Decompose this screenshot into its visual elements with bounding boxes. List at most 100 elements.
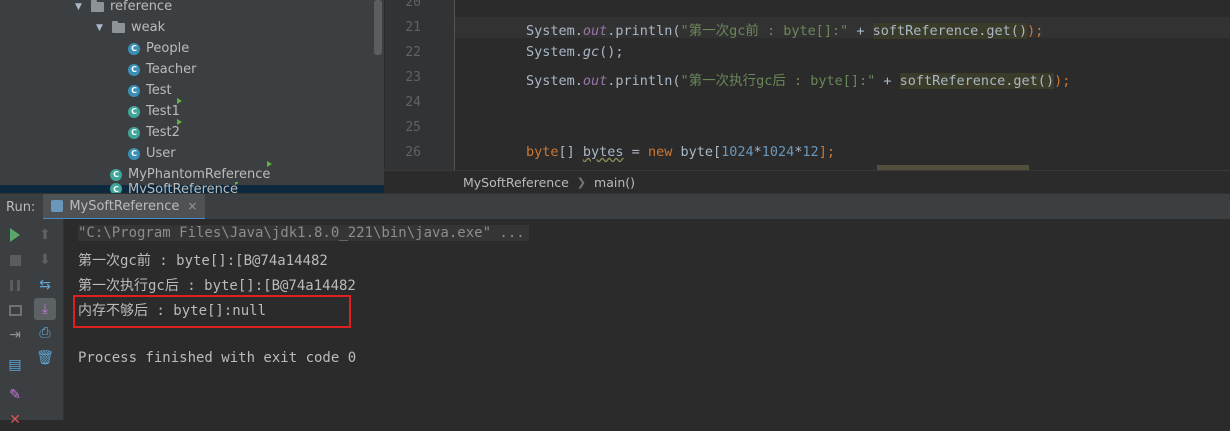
code-token: (); bbox=[599, 44, 624, 60]
scroll-to-end-button[interactable]: ⤓ bbox=[34, 298, 56, 320]
highlight-box bbox=[73, 295, 351, 328]
line-number: 23 bbox=[405, 70, 421, 85]
code-token: System. bbox=[526, 23, 583, 39]
runnable-class-icon: C bbox=[110, 182, 239, 193]
tree-item-mysoftreference[interactable]: C MySoftReference bbox=[110, 182, 239, 193]
console-line: 第一次gc前 : byte[]:[B@74a14482 bbox=[78, 253, 328, 269]
tree-scrollbar[interactable] bbox=[374, 0, 382, 55]
runnable-class-icon: C bbox=[110, 161, 273, 181]
pin-tab-button[interactable]: ✎ bbox=[4, 384, 26, 406]
string-literal: "第一次执行gc后 : byte[]:" bbox=[680, 73, 876, 89]
code-token: + bbox=[848, 23, 873, 39]
down-stack-button[interactable]: ⬇ bbox=[34, 249, 56, 271]
code-token: System. bbox=[526, 73, 583, 89]
close-icon: ✕ bbox=[9, 412, 21, 428]
run-label: Run: bbox=[6, 199, 36, 215]
code-line-23: System.out.println("第一次执行gc后 : byte[]:" … bbox=[526, 69, 1070, 89]
stop-button[interactable] bbox=[4, 249, 26, 271]
console-command-line: "C:\Program Files\Java\jdk1.8.0_221\bin\… bbox=[78, 225, 529, 241]
code-line-21: System.out.println("第一次gc前 : byte[]:" + … bbox=[526, 19, 1043, 39]
soft-wrap-icon: ⇆ bbox=[39, 277, 51, 293]
exit-icon: ⇥ bbox=[9, 327, 21, 343]
folder-icon bbox=[112, 20, 125, 33]
run-config-icon bbox=[51, 200, 64, 212]
highlighted-usage: softReference.get() bbox=[872, 23, 1028, 39]
tree-item-reference[interactable]: ▼ reference bbox=[75, 0, 172, 17]
code-token: out bbox=[582, 23, 608, 39]
tree-item-test2[interactable]: C Test2 bbox=[128, 119, 182, 143]
pause-button[interactable] bbox=[4, 274, 26, 296]
tree-item-people[interactable]: C People bbox=[128, 38, 189, 59]
keyword: byte bbox=[526, 144, 559, 160]
up-stack-button[interactable]: ⬆ bbox=[34, 224, 56, 246]
string-literal: "第一次gc前 : byte[]:" bbox=[680, 23, 849, 39]
scroll-to-end-icon: ⤓ bbox=[41, 301, 49, 317]
line-number: 26 bbox=[405, 145, 421, 160]
expand-arrow-icon[interactable]: ▼ bbox=[75, 2, 85, 12]
line-number: 21 bbox=[405, 20, 421, 35]
class-icon: C bbox=[128, 42, 140, 55]
folder-icon bbox=[91, 0, 104, 12]
close-icon[interactable]: × bbox=[187, 199, 197, 213]
code-token: [] bbox=[558, 144, 583, 160]
class-icon: C bbox=[128, 147, 140, 160]
tree-item-label: Teacher bbox=[146, 62, 197, 77]
tree-item-label: weak bbox=[131, 20, 166, 35]
console-toolbar: ⬆ ⬇ ⇆ ⤓ ⎙ 🗑 bbox=[30, 219, 64, 420]
keyword: new bbox=[647, 144, 673, 160]
restore-layout-button[interactable]: ▤ bbox=[4, 354, 26, 376]
code-token: ]; bbox=[818, 144, 835, 160]
up-arrow-icon: ⬆ bbox=[39, 227, 51, 243]
run-tab-label: MySoftReference bbox=[69, 198, 180, 214]
breadcrumb: MySoftReference ❯ main() bbox=[384, 170, 1230, 194]
expand-arrow-icon[interactable]: ▼ bbox=[96, 23, 106, 33]
down-arrow-icon: ⬇ bbox=[39, 252, 51, 268]
code-token: ); bbox=[1027, 23, 1044, 39]
exit-button[interactable]: ⇥ bbox=[4, 324, 26, 346]
code-token: = bbox=[623, 144, 648, 160]
tree-item-label: User bbox=[146, 146, 176, 161]
class-icon: C bbox=[128, 63, 140, 76]
tree-item-weak[interactable]: ▼ weak bbox=[96, 17, 165, 38]
run-config-tab[interactable]: MySoftReference × bbox=[43, 194, 206, 220]
stop-icon bbox=[9, 254, 21, 266]
tree-item-user[interactable]: C User bbox=[128, 143, 176, 164]
pin-icon: ✎ bbox=[9, 387, 21, 403]
breadcrumb-method[interactable]: main() bbox=[594, 175, 635, 190]
code-token: * bbox=[753, 144, 762, 160]
tree-item-label: Test bbox=[146, 83, 172, 98]
soft-wrap-button[interactable]: ⇆ bbox=[34, 274, 56, 296]
dump-threads-button[interactable] bbox=[4, 299, 26, 321]
code-token: ); bbox=[1054, 73, 1071, 89]
line-number: 20 bbox=[405, 0, 421, 10]
variable-name: bytes bbox=[582, 144, 624, 160]
line-number: 24 bbox=[405, 95, 421, 110]
code-token: byte[ bbox=[672, 144, 722, 160]
tree-item-test1[interactable]: C Test1 bbox=[128, 98, 182, 122]
console-output[interactable]: "C:\Program Files\Java\jdk1.8.0_221\bin\… bbox=[64, 219, 1230, 420]
project-tree: ▼ reference ▼ weak C People C Teacher C … bbox=[0, 0, 384, 193]
number-literal: 1024 bbox=[721, 144, 754, 160]
clear-all-button[interactable]: 🗑 bbox=[34, 347, 56, 369]
tree-item-teacher[interactable]: C Teacher bbox=[128, 59, 196, 80]
tree-item-test[interactable]: C Test bbox=[128, 80, 172, 101]
tree-item-label: MyPhantomReference bbox=[128, 167, 271, 182]
close-run-button[interactable]: ✕ bbox=[4, 409, 26, 431]
code-token: out bbox=[582, 73, 608, 89]
breadcrumb-class[interactable]: MySoftReference bbox=[463, 175, 569, 190]
chevron-right-icon: ❯ bbox=[576, 176, 587, 189]
layout-icon: ▤ bbox=[8, 357, 22, 373]
tree-item-label: reference bbox=[110, 0, 173, 14]
code-token: System. bbox=[526, 44, 583, 60]
print-icon: ⎙ bbox=[39, 325, 51, 341]
code-line-26: byte[] bytes = new byte[1024*1024*12]; bbox=[526, 144, 835, 160]
print-button[interactable]: ⎙ bbox=[34, 322, 56, 344]
rerun-button[interactable] bbox=[4, 224, 26, 246]
run-toolbar: ⇥ ▤ ✎ ✕ bbox=[0, 219, 30, 427]
code-editor[interactable]: System.out.println("第一次gc前 : byte[]:" + … bbox=[455, 0, 1230, 170]
code-token: .println( bbox=[607, 73, 681, 89]
pause-icon bbox=[10, 279, 20, 291]
tree-item-label: People bbox=[146, 41, 190, 56]
code-token: gc bbox=[582, 44, 600, 60]
runnable-class-icon: C bbox=[128, 119, 182, 139]
